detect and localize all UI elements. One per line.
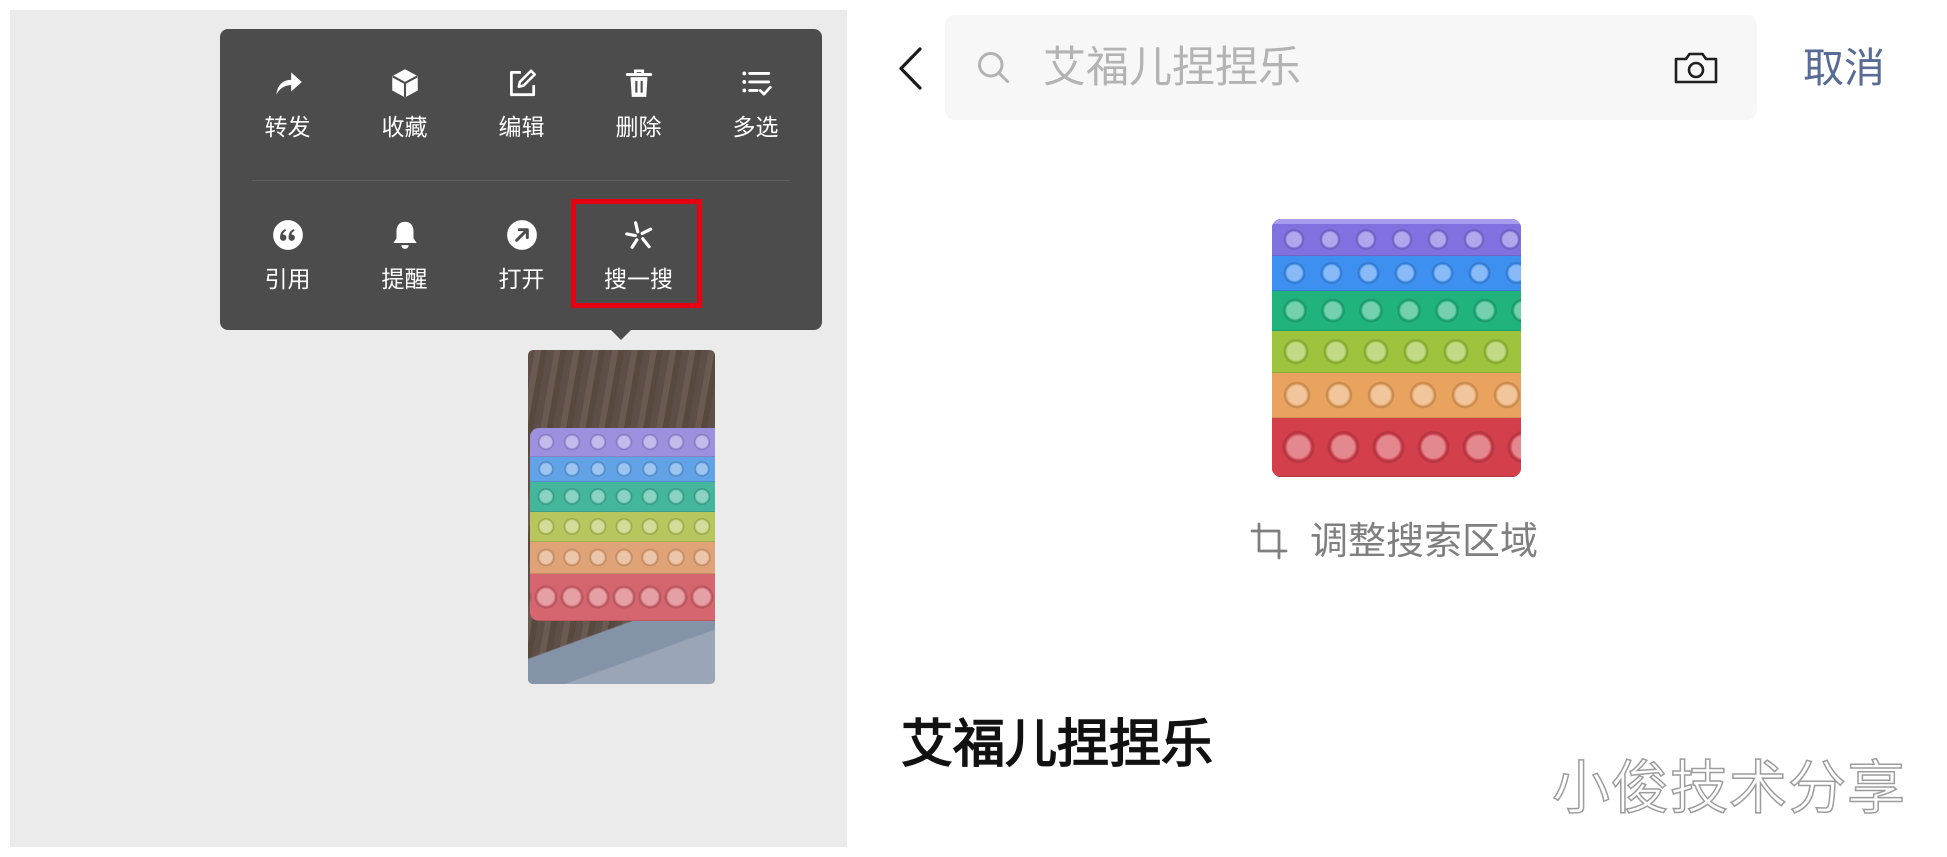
popit-row-green — [1272, 291, 1521, 331]
chat-panel: 转发 收藏 编辑 删除 多选 引用 提醒 打开 搜一搜 — [10, 10, 847, 847]
camera-icon[interactable] — [1672, 50, 1720, 86]
quote-icon — [272, 220, 303, 250]
popit-row-orange — [1272, 373, 1521, 418]
back-chevron-icon — [899, 47, 922, 90]
menu-item-label: 提醒 — [381, 267, 428, 293]
popit-row-red — [530, 574, 715, 621]
search-box[interactable] — [945, 15, 1757, 120]
menu-item-forward[interactable]: 转发 — [229, 65, 346, 145]
menu-item-favorite[interactable]: 收藏 — [346, 65, 463, 145]
popit-row-blue — [530, 457, 715, 482]
menu-item-label: 搜一搜 — [604, 267, 673, 293]
popit-row-orange — [530, 542, 715, 574]
menu-item-remind[interactable]: 提醒 — [346, 217, 463, 297]
context-menu: 转发 收藏 编辑 删除 多选 引用 提醒 打开 搜一搜 — [220, 29, 822, 340]
popit-row-purple — [1272, 219, 1521, 256]
popit-row-yellow — [530, 512, 715, 542]
menu-item-label: 转发 — [264, 115, 311, 141]
menu-item-label: 打开 — [498, 267, 545, 293]
result-title: 艾福儿捏捏乐 — [901, 715, 1214, 775]
menu-item-label: 引用 — [264, 267, 311, 293]
menu-item-delete[interactable]: 删除 — [580, 65, 697, 145]
menu-item-search-search[interactable]: 搜一搜 — [580, 217, 697, 297]
popit-row-red — [1272, 418, 1521, 477]
back-button[interactable] — [897, 46, 924, 91]
menu-divider — [252, 180, 790, 181]
search-sparkle-icon — [624, 221, 652, 249]
menu-item-edit[interactable]: 编辑 — [463, 65, 580, 145]
search-icon — [978, 52, 1010, 84]
bell-icon — [392, 221, 417, 249]
menu-item-label: 删除 — [615, 115, 662, 141]
menu-item-quote[interactable]: 引用 — [229, 217, 346, 297]
menu-item-multi-select[interactable]: 多选 — [697, 65, 814, 145]
crop-icon[interactable] — [1250, 522, 1288, 560]
chat-image-thumbnail[interactable] — [528, 350, 715, 684]
search-page: 取消 调整搜索区域 艾福儿捏捏乐 小俊技术分享 — [847, 0, 1947, 857]
edit-icon — [509, 69, 536, 97]
popit-row-yellow — [1272, 331, 1521, 373]
menu-item-label: 多选 — [732, 115, 779, 141]
trash-icon — [625, 69, 652, 97]
popit-row-blue — [1272, 256, 1521, 291]
popit-row-green — [530, 482, 715, 512]
thumbnail-fabric — [528, 614, 715, 684]
menu-item-label: 收藏 — [381, 115, 428, 141]
menu-pointer — [611, 330, 631, 340]
search-input[interactable] — [1043, 15, 1643, 120]
search-image-preview[interactable] — [1272, 219, 1521, 477]
cancel-button[interactable]: 取消 — [1803, 42, 1885, 94]
thumbnail-popit-toy — [530, 428, 715, 621]
watermark-text: 小俊技术分享 — [1551, 753, 1907, 823]
multi-select-icon — [741, 71, 772, 96]
favorite-cube-icon — [391, 69, 418, 98]
menu-item-open[interactable]: 打开 — [463, 217, 580, 297]
menu-item-label: 编辑 — [498, 115, 545, 141]
adjust-search-area-button[interactable]: 调整搜索区域 — [1310, 516, 1538, 566]
forward-icon — [275, 72, 302, 95]
open-arrow-icon — [506, 220, 537, 250]
popit-row-purple — [530, 428, 715, 457]
